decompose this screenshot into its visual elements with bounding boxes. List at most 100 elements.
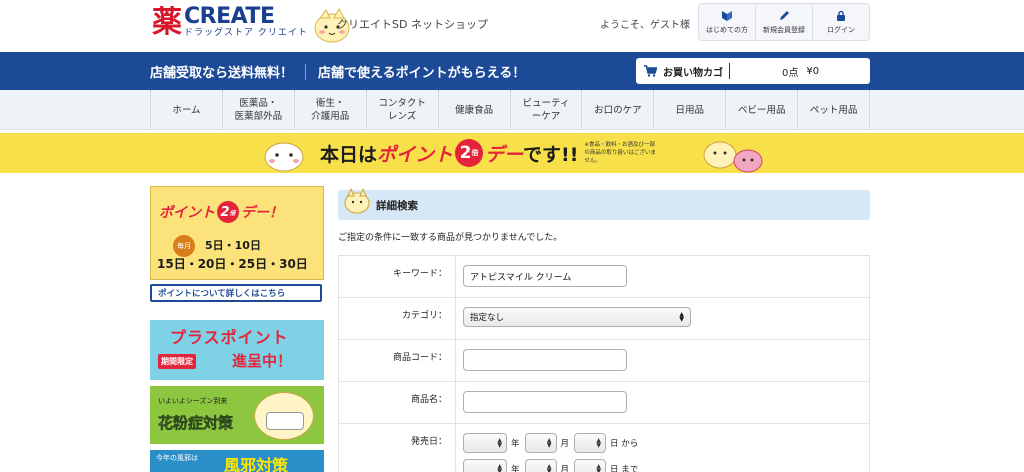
cold-title: 風邪対策 <box>224 456 289 472</box>
select-arrows-icon: ▲ ▼ <box>596 463 602 472</box>
nav-daily-goods[interactable]: 日用品 <box>653 90 725 130</box>
sb-dates-line1: 5日・10日 <box>205 239 261 252</box>
plus-point-subtitle: 進呈中！ <box>232 352 293 370</box>
banner-text-day: デー <box>485 143 524 166</box>
sb-day-title: デー！ <box>241 205 283 221</box>
pollen-banner[interactable]: いよいよシーズン到来 花粉症対策 <box>150 386 324 444</box>
site-header: 薬 CREATE ドラッグストア クリエイト クリエイトSD ネットショップ よ… <box>0 0 1024 52</box>
mask-icon <box>266 412 304 430</box>
main-content: 詳細検索 ご指定の条件に一致する商品が見つかりませんでした。 キーワード： アト… <box>338 187 870 472</box>
pollen-title: 花粉症対策 <box>158 414 234 433</box>
nav-pet[interactable]: ペット用品 <box>797 90 871 130</box>
nav-label: ホーム <box>172 104 201 116</box>
banner-text-today: 本日は <box>320 143 378 166</box>
welcome-message: ようこそ、ゲスト様 <box>600 20 690 31</box>
year-unit: 年 <box>511 439 520 449</box>
product-code-label: 商品コード： <box>392 353 447 363</box>
cold-banner[interactable]: 今年の風邪は 風邪対策 <box>150 450 324 472</box>
banner-note: ※食品・飲料・お酒及び一部の商品の取り扱いはございません。 <box>584 142 656 164</box>
to-year-select[interactable]: ▲ ▼ <box>463 459 507 472</box>
nav-label: レンズ <box>388 111 417 122</box>
keyword-row: キーワード： アトピスマイル クリーム <box>339 256 869 298</box>
banner-text-point: ポイント <box>377 143 454 166</box>
logo-subtitle: ドラッグストア クリエイト <box>184 28 308 38</box>
beginner-guide-label: はじめての方 <box>706 25 748 34</box>
point-day-banner[interactable]: 本日は ポイント 2倍 デー です!! ※食品・飲料・お酒及び一部の商品の取り扱… <box>0 133 1024 173</box>
banner-text-desu: です!! <box>523 143 579 166</box>
nav-label: ペット用品 <box>809 104 858 116</box>
month-unit: 月 <box>560 439 570 449</box>
pollen-small-text: いよいよシーズン到来 <box>158 397 228 405</box>
nav-label: 医薬品・ <box>239 98 278 109</box>
promo-divider <box>305 63 307 80</box>
select-arrows-icon: ▲ ▼ <box>497 463 502 472</box>
category-label: カテゴリ： <box>401 311 447 321</box>
nav-home[interactable]: ホーム <box>150 90 222 130</box>
category-select[interactable]: 指定なし ▲ ▼ <box>463 307 691 327</box>
select-arrows-icon: ▲ ▼ <box>546 463 552 472</box>
cart-points: 0点 <box>782 67 799 79</box>
nav-label: ベビー用品 <box>737 104 786 116</box>
nav-medicine[interactable]: 医薬品・ 医薬部外品 <box>221 90 294 130</box>
select-arrows-icon: ▲ ▼ <box>546 437 552 449</box>
limited-time-tag: 期間限定 <box>158 354 196 369</box>
sb-point-title: ポイント <box>159 205 215 221</box>
promo-free-shipping: 店舗受取なら送料無料！ <box>150 66 294 81</box>
product-code-row: 商品コード： <box>339 340 869 382</box>
beginner-guide-button[interactable]: はじめての方 <box>699 4 756 40</box>
nav-label: 日用品 <box>675 104 705 116</box>
day-to-unit: 日 まで <box>610 465 639 472</box>
cart-icon <box>644 65 657 77</box>
promo-bar: 店舗受取なら送料無料！ 店舗で使えるポイントがもらえる！ お買い物カゴ 0点 ¥… <box>0 52 1024 90</box>
release-date-label: 発売日： <box>410 437 447 447</box>
nav-baby[interactable]: ベビー用品 <box>725 90 797 130</box>
product-name-label: 商品名： <box>410 395 447 405</box>
nav-contact-lens[interactable]: コンタクト レンズ <box>365 90 438 130</box>
nav-health-food[interactable]: 健康食品 <box>437 90 510 130</box>
banner-mascot-left <box>264 142 304 172</box>
cart-amount: ¥0 <box>806 65 820 77</box>
nav-label: お口のケア <box>594 104 642 116</box>
register-button[interactable]: 新規会員登録 <box>756 4 813 40</box>
login-button[interactable]: ログイン <box>813 4 869 40</box>
point-details-link[interactable]: ポイントについて詳しくはこちら <box>150 284 322 302</box>
logo-kanji: 薬 <box>152 5 182 40</box>
year-unit: 年 <box>511 465 520 472</box>
nav-label: コンタクト <box>378 98 426 109</box>
from-year-select[interactable]: ▲ ▼ <box>463 433 507 453</box>
plus-point-banner[interactable]: プラスポイント 期間限定 進呈中！ <box>150 320 324 380</box>
product-code-input[interactable] <box>463 349 627 371</box>
cold-small-text: 今年の風邪は <box>156 454 198 462</box>
banner-badge-number: 2 <box>459 143 472 163</box>
nav-label: 介護用品 <box>311 111 350 122</box>
sb-month-label: 毎月 <box>173 235 195 257</box>
from-month-select[interactable]: ▲ ▼ <box>524 433 557 453</box>
keyword-input[interactable]: アトピスマイル クリーム <box>463 265 627 287</box>
product-name-row: 商品名： <box>339 382 869 424</box>
cart-divider <box>729 63 730 79</box>
nav-beauty-care[interactable]: ビューティ ーケア <box>509 90 582 130</box>
nav-oral-care[interactable]: お口のケア <box>581 90 653 130</box>
cart-button[interactable]: お買い物カゴ 0点 ¥0 <box>636 58 870 84</box>
product-name-input[interactable] <box>463 391 627 413</box>
nav-label: ーケア <box>531 111 561 122</box>
to-day-select[interactable]: ▲ ▼ <box>574 459 607 472</box>
nav-label: 健康食品 <box>455 104 494 116</box>
create-logo[interactable]: 薬 CREATE ドラッグストア クリエイト <box>152 6 352 44</box>
lock-icon <box>837 10 845 21</box>
nav-label: ビューティ <box>522 98 570 109</box>
plus-point-title: プラスポイント <box>170 328 289 347</box>
pencil-icon <box>780 10 789 20</box>
from-day-select[interactable]: ▲ ▼ <box>574 433 607 453</box>
no-results-message: ご指定の条件に一致する商品が見つかりませんでした。 <box>338 233 563 243</box>
promo-points: 店舗で使えるポイントがもらえる！ <box>318 66 526 81</box>
category-row: カテゴリ： 指定なし ▲ ▼ <box>339 298 869 340</box>
keyword-label: キーワード： <box>392 269 447 279</box>
nav-hygiene-care[interactable]: 衛生・ 介護用品 <box>293 90 366 130</box>
sidebar-point-day-banner[interactable]: ポイント 2倍 デー！ 毎月 5日・10日 15日・20日・25日・30日 <box>150 186 324 280</box>
sb-badge-suffix: 倍 <box>229 209 236 217</box>
to-month-select[interactable]: ▲ ▼ <box>524 459 557 472</box>
sidebar: ポイント 2倍 デー！ 毎月 5日・10日 15日・20日・25日・30日 ポイ… <box>150 186 326 472</box>
select-arrows-icon: ▲ ▼ <box>679 311 684 323</box>
select-arrows-icon: ▲ ▼ <box>497 437 502 449</box>
